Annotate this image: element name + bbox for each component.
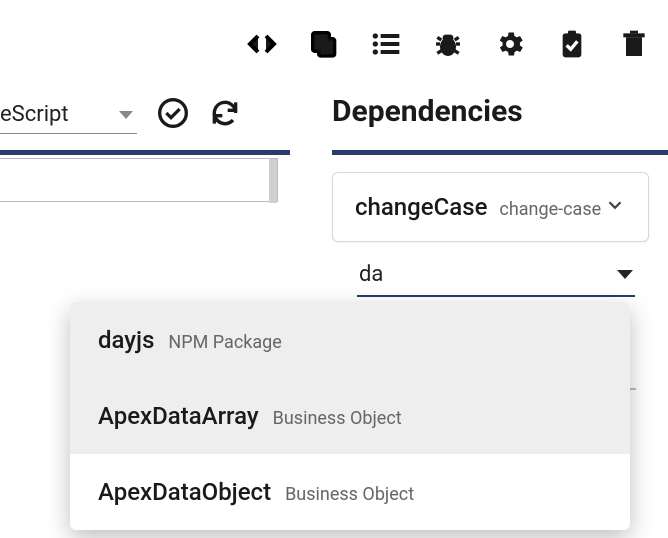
divider <box>0 150 290 155</box>
gear-icon[interactable] <box>494 28 526 64</box>
list-icon[interactable] <box>370 28 402 64</box>
divider <box>332 150 668 155</box>
dropdown-toggle-icon[interactable] <box>617 270 633 279</box>
code-icon[interactable] <box>246 28 278 64</box>
copy-icon[interactable] <box>308 28 340 64</box>
bug-icon[interactable] <box>432 28 464 64</box>
autocomplete-option-type: NPM Package <box>168 332 281 353</box>
autocomplete-dropdown: dayjs NPM Package ApexDataArray Business… <box>70 302 630 530</box>
dependency-search-input[interactable]: da <box>357 254 635 297</box>
code-editor[interactable] <box>0 158 278 202</box>
trash-icon[interactable] <box>618 28 650 64</box>
language-select-label: eScript <box>0 102 69 127</box>
chevron-down-icon <box>119 111 133 119</box>
dependency-card[interactable]: changeCase change-case <box>332 172 649 242</box>
dependency-package: change-case <box>499 199 601 220</box>
language-select[interactable]: eScript <box>0 96 137 134</box>
autocomplete-option-type: Business Object <box>273 408 402 429</box>
refresh-icon[interactable] <box>209 97 241 133</box>
autocomplete-option[interactable]: ApexDataObject Business Object <box>70 454 630 530</box>
autocomplete-option[interactable]: dayjs NPM Package <box>70 302 630 378</box>
clipboard-check-icon[interactable] <box>556 28 588 64</box>
autocomplete-option-name: ApexDataObject <box>98 478 271 506</box>
dependency-name: changeCase <box>355 193 487 221</box>
autocomplete-option-name: dayjs <box>98 326 154 354</box>
check-circle-icon[interactable] <box>157 97 189 133</box>
autocomplete-option-name: ApexDataArray <box>98 402 259 430</box>
scrollbar[interactable] <box>269 159 277 203</box>
dependencies-heading: Dependencies <box>332 94 523 129</box>
autocomplete-option-type: Business Object <box>285 484 414 505</box>
chevron-down-icon <box>604 194 626 220</box>
autocomplete-option[interactable]: ApexDataArray Business Object <box>70 378 630 454</box>
dependency-search-value: da <box>359 262 383 287</box>
